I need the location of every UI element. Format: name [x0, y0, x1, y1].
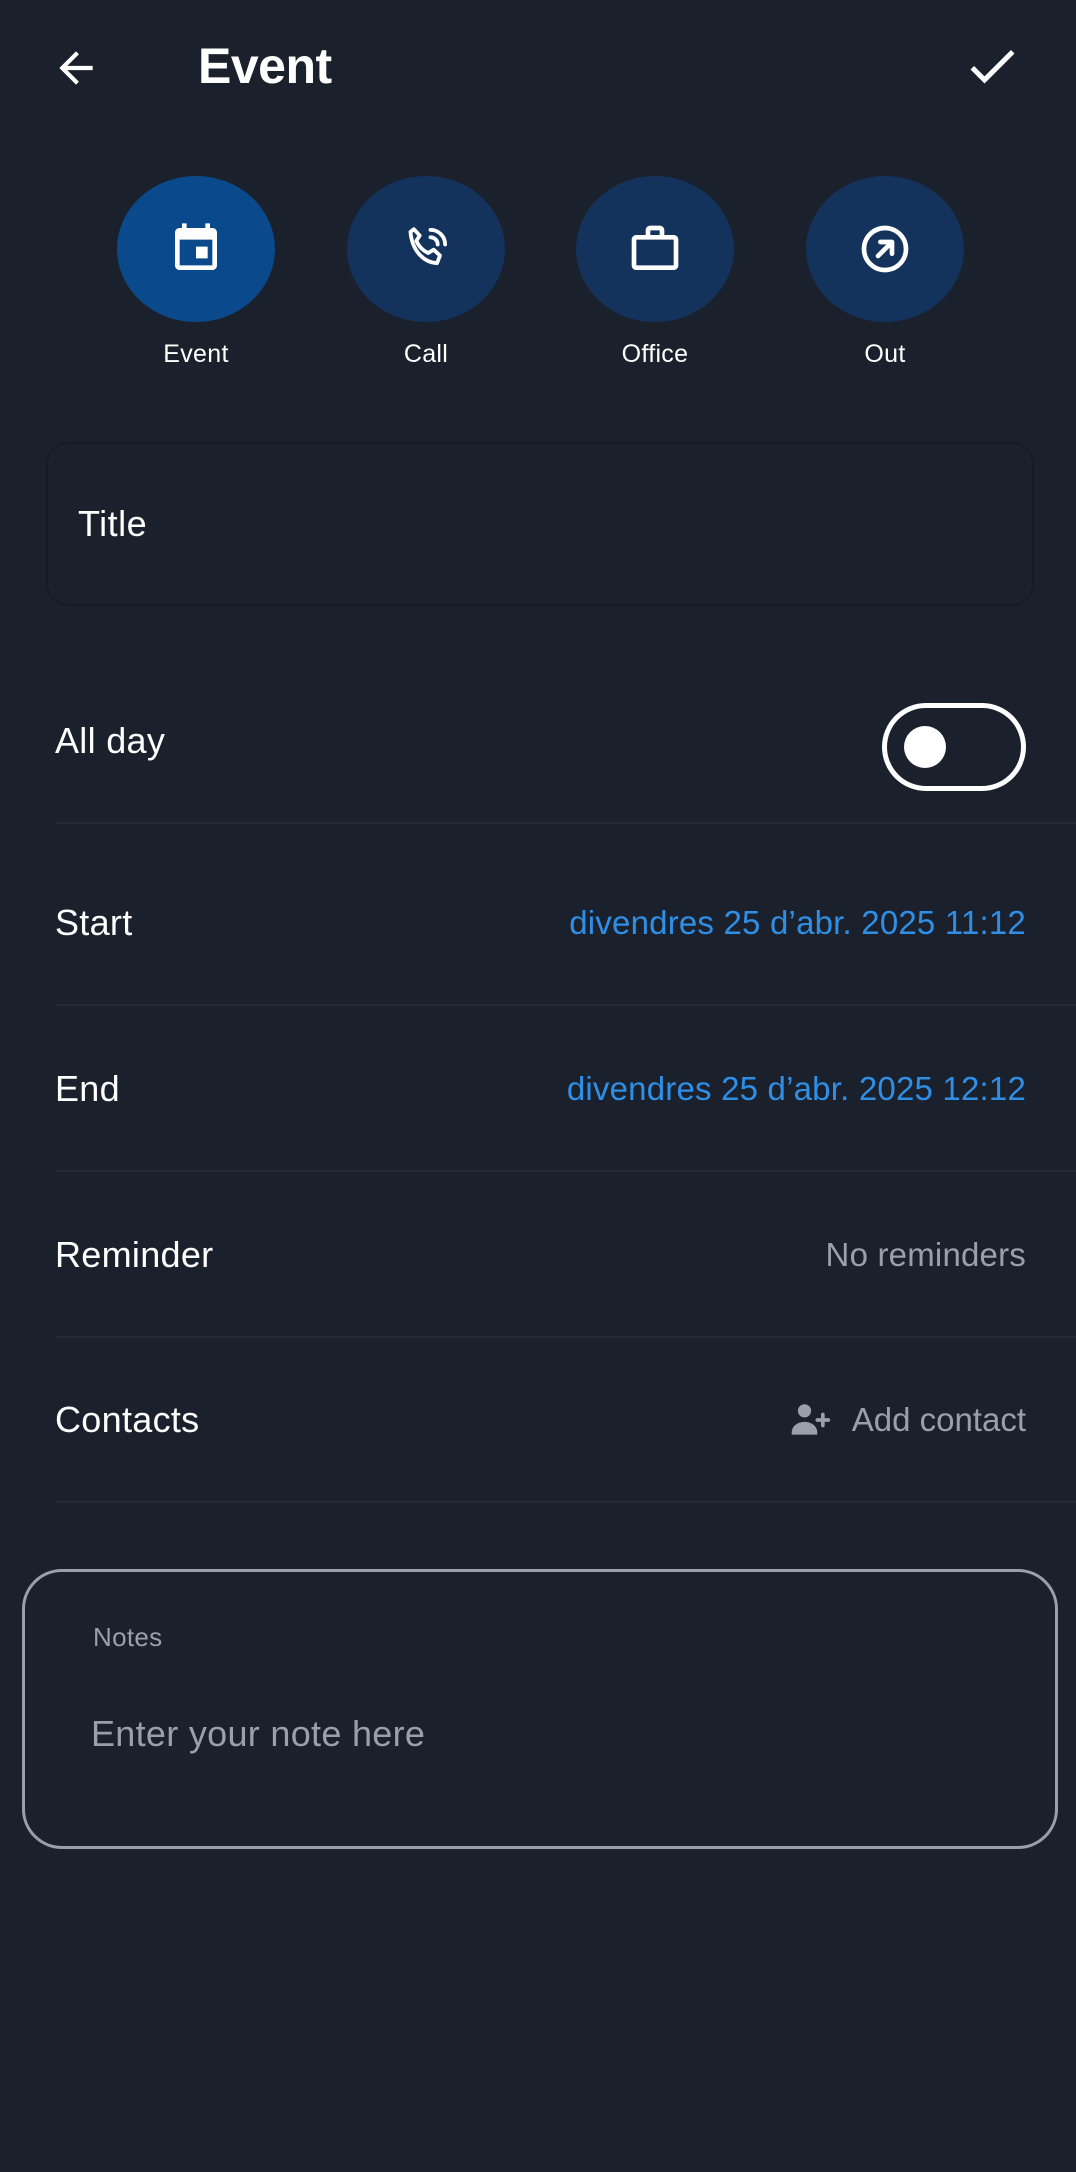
back-button[interactable] [36, 28, 116, 108]
type-circle[interactable] [117, 176, 275, 322]
phone-call-icon [408, 227, 448, 266]
type-label: Call [403, 340, 449, 368]
arrow-back-icon [59, 51, 93, 85]
reminder-value[interactable]: No reminders [826, 1172, 1026, 1338]
type-option-event[interactable]: Event [111, 172, 281, 369]
reminder-label: Reminder [55, 1234, 214, 1275]
all-day-label: All day [55, 720, 166, 761]
save-button[interactable] [952, 26, 1032, 106]
type-circle[interactable] [806, 176, 964, 322]
title-input[interactable] [78, 444, 998, 604]
type-option-office[interactable]: Office [570, 172, 740, 369]
type-label: Office [621, 340, 689, 368]
type-circle[interactable] [576, 176, 734, 322]
contacts-label: Contacts [55, 1399, 200, 1440]
calendar-icon [175, 223, 217, 270]
notes-label: Notes [93, 1622, 163, 1652]
type-label: Event [163, 340, 229, 368]
type-circle[interactable] [347, 176, 505, 322]
type-option-call[interactable]: Call [341, 172, 511, 369]
toggle-knob [904, 726, 946, 768]
type-option-out[interactable]: Out [800, 172, 970, 369]
start-row[interactable]: Start divendres 25 d’abr. 2025 11:12 [55, 840, 1076, 1006]
all-day-toggle[interactable] [882, 703, 1026, 791]
page-title: Event [198, 38, 332, 94]
arrow-out-icon [861, 225, 909, 273]
notes-field[interactable]: Notes [22, 1569, 1058, 1849]
add-contact-label: Add contact [851, 1401, 1026, 1438]
contacts-row[interactable]: Contacts Add contact [55, 1337, 1076, 1503]
start-label: Start [55, 902, 133, 943]
event-type-selector: Event Call Office Out [0, 172, 1076, 382]
top-app-bar: Event [0, 0, 1076, 134]
type-label: Out [864, 340, 906, 368]
start-datetime[interactable]: divendres 25 d’abr. 2025 11:12 [569, 840, 1026, 1006]
reminder-row[interactable]: Reminder No reminders [55, 1172, 1076, 1338]
add-person-icon [791, 1404, 830, 1435]
notes-input[interactable] [91, 1710, 991, 1790]
end-label: End [55, 1068, 120, 1109]
briefcase-icon [631, 225, 679, 270]
all-day-row[interactable]: All day [55, 658, 1076, 824]
end-row[interactable]: End divendres 25 d’abr. 2025 12:12 [55, 1006, 1076, 1172]
event-editor-screen: Event Event Call Office Out Title All da… [0, 0, 1076, 2172]
end-datetime[interactable]: divendres 25 d’abr. 2025 12:12 [567, 1006, 1026, 1172]
add-contact-button[interactable]: Add contact [788, 1337, 1026, 1503]
checkmark-icon [970, 49, 1015, 84]
title-field[interactable] [46, 442, 1034, 606]
